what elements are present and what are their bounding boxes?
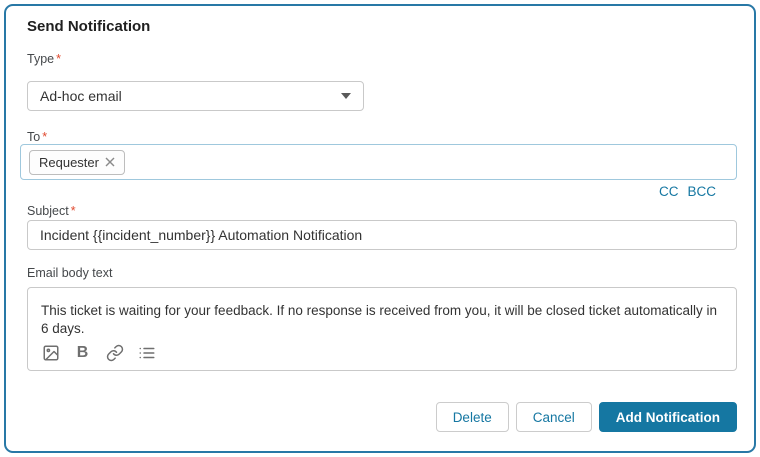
type-select[interactable]: Ad-hoc email [27, 81, 364, 111]
recipient-tag: Requester [29, 150, 125, 175]
required-marker: * [56, 52, 61, 66]
remove-recipient-icon[interactable] [105, 157, 115, 167]
bullet-list-icon[interactable] [137, 343, 156, 362]
add-notification-button[interactable]: Add Notification [599, 402, 737, 432]
footer-actions: Delete Cancel Add Notification [436, 402, 737, 432]
bold-icon[interactable]: B [73, 343, 92, 362]
chevron-down-icon [341, 93, 351, 99]
page-title: Send Notification [27, 18, 150, 35]
email-body-label: Email body text [27, 266, 112, 280]
cc-bcc-links: CC BCC [659, 184, 716, 199]
cancel-button[interactable]: Cancel [516, 402, 592, 432]
editor-toolbar: B [41, 343, 156, 362]
subject-input[interactable] [27, 220, 737, 250]
required-marker: * [42, 130, 47, 144]
email-body-editor[interactable]: This ticket is waiting for your feedback… [27, 287, 737, 371]
type-label: Type* [27, 52, 61, 66]
email-body-text[interactable]: This ticket is waiting for your feedback… [28, 288, 736, 337]
required-marker: * [71, 204, 76, 218]
subject-label: Subject* [27, 204, 76, 218]
cc-link[interactable]: CC [659, 184, 679, 199]
delete-button[interactable]: Delete [436, 402, 509, 432]
bcc-link[interactable]: BCC [687, 184, 716, 199]
to-recipients-input[interactable]: Requester [20, 144, 737, 180]
to-label: To* [27, 130, 47, 144]
image-icon[interactable] [41, 343, 60, 362]
send-notification-panel: Send Notification Type* Ad-hoc email To*… [4, 4, 756, 453]
link-icon[interactable] [105, 343, 124, 362]
type-select-value: Ad-hoc email [40, 88, 122, 104]
recipient-tag-label: Requester [39, 155, 99, 170]
